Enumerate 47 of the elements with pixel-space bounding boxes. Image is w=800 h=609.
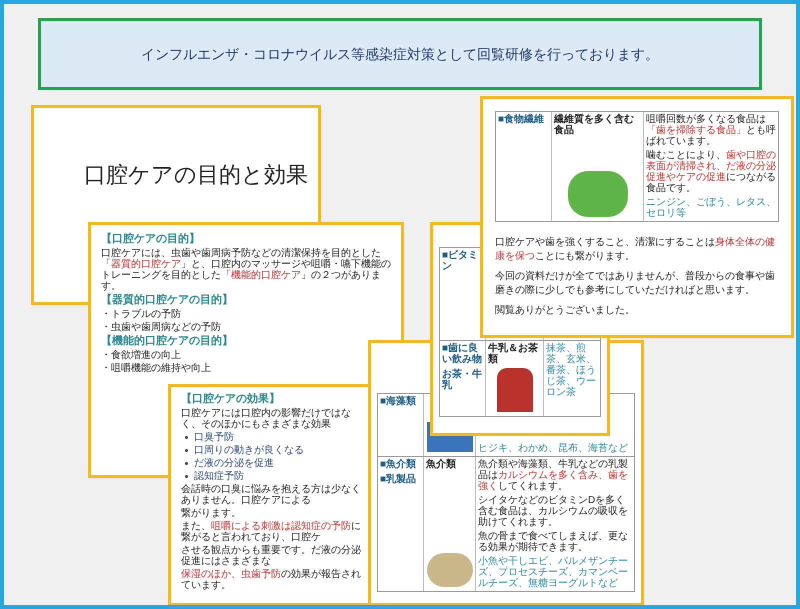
photo-caption: 繊維質を多く含む食品 bbox=[554, 114, 635, 136]
example-foods: 抹茶、煎茶、玄米、番茶、ほうじ茶、ウーロン茶 bbox=[546, 343, 597, 398]
example-foods: 小魚や干しエビ、パルメザンチーズ、プロセスチーズ、カマンベールチーズ、無糖ヨーグルトなど bbox=[478, 556, 629, 589]
body-text: ・咀嚼機能の維持や向上 bbox=[101, 363, 212, 374]
section-heading: 【口腔ケアの目的】 bbox=[101, 233, 201, 246]
category-label: ■歯に良い飲み物 bbox=[442, 343, 483, 365]
category-label: お茶・牛乳 bbox=[442, 369, 483, 391]
list-item: だ液の分泌を促進 bbox=[194, 458, 274, 469]
body-text: ・食欲増進の向上 bbox=[101, 350, 182, 361]
section-heading: 【器質的口腔ケアの目的】 bbox=[101, 294, 234, 307]
notice-text: インフルエンザ・コロナウイルス等感染症対策として回覧研修を行っております。 bbox=[141, 44, 659, 64]
slide-title: 口腔ケアの目的と効果 bbox=[84, 161, 309, 189]
section-heading: 【機能的口腔ケアの目的】 bbox=[101, 335, 234, 348]
bullet-icon bbox=[185, 436, 188, 439]
body-text: 噛むことにより、歯や口腔の表面が清掃され、だ液の分泌促進やケアの促進につながる食品です。 bbox=[646, 150, 777, 194]
list-item: 口周りの動きが良くなる bbox=[194, 445, 304, 456]
body-text: 口腔ケアや歯を強くすること、清潔にすることは身体全体の健康を保つことにも繋がります。 bbox=[495, 236, 776, 264]
body-text: 会話時の口臭に悩みを抱える方は少なくありません。口腔ケアによる bbox=[181, 484, 361, 506]
category-label: ■ビタミン bbox=[442, 250, 480, 272]
body-text: 口腔ケアには口腔内の影響だけではなく、そのほかにもさまざまな効果 bbox=[181, 408, 352, 430]
list-item: 口臭予防 bbox=[194, 432, 234, 443]
body-text: 魚介類や海藻類、牛乳などの乳製品はカルシウムを多く含み、歯を強く してくれます。 bbox=[478, 459, 629, 492]
photo-caption: 牛乳＆お茶類 bbox=[488, 343, 539, 365]
bullet-icon bbox=[185, 475, 188, 478]
section-heading: 【口腔ケアの効果】 bbox=[181, 393, 281, 406]
body-text: ・虫歯や歯周病などの予防 bbox=[101, 322, 222, 333]
body-text: 閲覧ありがとうございました。 bbox=[495, 304, 636, 318]
body-text: 魚の骨まで食べてしまえば、更なる効果が期待できます。 bbox=[478, 531, 629, 553]
body-text: 保湿のほか、虫歯予防の効果が報告されています。 bbox=[181, 569, 361, 591]
body-text: 咀嚼回数が多くなる食品は 「歯を掃除する食品」とも呼ばれています。 bbox=[646, 114, 777, 147]
body-text: シイタケなどのビタミンDを多く含む食品は、カルシウムの吸収を助けてくれます。 bbox=[478, 495, 629, 528]
bullet-icon bbox=[185, 462, 188, 465]
body-text: 今回の資料だけが全てではありませんが、普段からの食事や歯磨きの際に少しでも参考にしていただければと思います。 bbox=[495, 270, 776, 298]
category-label: ■食物繊維 bbox=[498, 114, 546, 125]
category-label: ■魚介類 bbox=[380, 459, 418, 470]
category-label: ■海藻類 bbox=[380, 396, 418, 407]
body-text: 口腔ケアには、虫歯や歯周病予防などの清潔保持を目的とした「器質的口腔ケア」と、口腔内のマッサージや咀嚼・嚥下機能のトレーニングを目的とした「機能的口腔ケア」の２つがあります。 bbox=[101, 248, 391, 292]
body-text: また、咀嚼による刺激は認知症の予防に繋がると言われており、口腔ケ bbox=[181, 521, 361, 543]
list-item: 認知症予防 bbox=[194, 471, 244, 482]
body-text: ・トラブルの予防 bbox=[101, 309, 182, 320]
bullet-icon bbox=[185, 449, 188, 452]
photo-caption: 魚介類 bbox=[426, 459, 456, 470]
body-text: 繋がります。 bbox=[181, 508, 242, 519]
category-label: ■乳製品 bbox=[380, 474, 418, 485]
body-text: させる観点からも重要です。だ液の分泌促進にはさまざまな bbox=[181, 545, 361, 567]
example-foods: ニンジン、ごぼう、レタス、セロリ等 bbox=[646, 197, 777, 219]
example-foods: ヒジキ、わかめ、昆布、海苔など bbox=[478, 443, 629, 454]
